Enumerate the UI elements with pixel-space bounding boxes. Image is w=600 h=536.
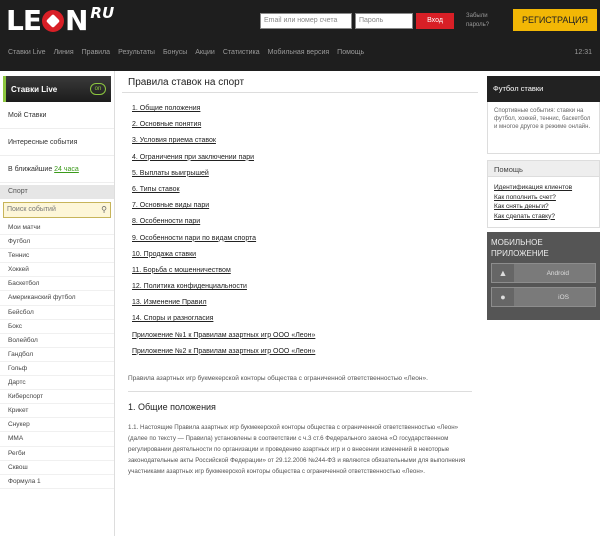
- intro-text: Правила азартных игр букмекерской контор…: [128, 375, 428, 382]
- toc-link[interactable]: 1. Общие положения: [132, 101, 478, 117]
- left-sidebar: Ставки Live on Мой Ставки Интересные соб…: [0, 71, 115, 536]
- main-content: Правила ставок на спорт 1. Общие положен…: [122, 71, 478, 536]
- logo-ru: RU: [90, 4, 115, 22]
- help-link[interactable]: Идентификация клиентов: [494, 183, 593, 193]
- ios-label: iOS: [558, 294, 569, 301]
- toc-link[interactable]: 13. Изменение Правил: [132, 295, 478, 311]
- sport-item[interactable]: Мои матчи: [0, 221, 114, 236]
- app-title-line-1: МОБИЛЬНОЕ: [491, 238, 543, 247]
- apple-icon: ●: [492, 288, 514, 306]
- clock: 12:31: [574, 49, 592, 56]
- toc-link[interactable]: 8. Особенности пари: [132, 214, 478, 230]
- search-placeholder: Поиск событий: [7, 206, 56, 213]
- toc-link[interactable]: 7. Основные виды пари: [132, 198, 478, 214]
- toc-link[interactable]: Приложение №1 к Правилам азартных игр ОО…: [132, 328, 478, 344]
- promo-text: Спортивные события: ставки на футбол, хо…: [487, 102, 600, 154]
- table-of-contents: 1. Общие положения 2. Основные понятия 3…: [122, 93, 478, 360]
- sport-item[interactable]: Формула 1: [0, 475, 114, 489]
- nav-item-promos[interactable]: Акции: [195, 49, 215, 63]
- toc-link[interactable]: 9. Особенности пари по видам спорта: [132, 231, 478, 247]
- toc-link[interactable]: 14. Споры и разногласия: [132, 311, 478, 327]
- sport-item[interactable]: Гольф: [0, 362, 114, 377]
- mobile-app-box: МОБИЛЬНОЕ ПРИЛОЖЕНИЕ ▲ Android ● iOS: [487, 232, 600, 320]
- live-icon: on: [90, 83, 106, 95]
- toc-link[interactable]: 2. Основные понятия: [132, 117, 478, 133]
- help-link[interactable]: Как снять деньги?: [494, 202, 593, 212]
- login-input[interactable]: Email или номер счета: [260, 13, 352, 29]
- sport-item[interactable]: Хоккей: [0, 263, 114, 278]
- sport-item[interactable]: Сквош: [0, 461, 114, 475]
- help-link[interactable]: Как пополнить счет?: [494, 193, 593, 203]
- search-icon[interactable]: ⚲: [101, 205, 107, 214]
- section-paragraph: 1.1. Настоящие Правила азартных игр букм…: [128, 424, 466, 475]
- toc-link[interactable]: Приложение №2 к Правилам азартных игр ОО…: [132, 344, 478, 360]
- logo-text-start: LE: [6, 3, 42, 37]
- sport-list: Мои матчи Футбол Теннис Хоккей Баскетбол…: [0, 221, 114, 489]
- sidebar-item-24h[interactable]: В ближайшие 24 часа: [0, 156, 114, 183]
- sport-item[interactable]: ММА: [0, 432, 114, 447]
- right-sidebar: Футбол ставки Спортивные события: ставки…: [487, 71, 600, 536]
- toc-link[interactable]: 11. Борьба с мошенничеством: [132, 263, 478, 279]
- sport-section-header: Спорт: [0, 185, 114, 199]
- sport-item[interactable]: Бокс: [0, 320, 114, 334]
- logo[interactable]: LE N RU: [6, 3, 115, 37]
- sport-item[interactable]: Крикет: [0, 404, 114, 419]
- sport-item[interactable]: Теннис: [0, 249, 114, 264]
- page-title: Правила ставок на спорт: [122, 71, 478, 93]
- sidebar-item-label: В ближайшие: [8, 166, 55, 173]
- logo-text-end: N: [64, 3, 88, 37]
- section-heading: 1. Общие положения: [128, 402, 216, 412]
- sport-item[interactable]: Футбол: [0, 235, 114, 250]
- sport-item[interactable]: Регби: [0, 447, 114, 461]
- help-header: Помощь: [487, 160, 600, 177]
- nav-item-results[interactable]: Результаты: [118, 49, 155, 63]
- toc-link[interactable]: 10. Продажа ставки: [132, 247, 478, 263]
- sidebar-item-interesting[interactable]: Интересные события: [0, 129, 114, 156]
- logo-ball-icon: [41, 10, 64, 32]
- toc-link[interactable]: 3. Условия приема ставок: [132, 133, 478, 149]
- help-link[interactable]: Как сделать ставку?: [494, 212, 593, 222]
- sport-item[interactable]: Снукер: [0, 418, 114, 433]
- help-links: Идентификация клиентов Как пополнить сче…: [487, 177, 600, 228]
- nav-item-rules[interactable]: Правила: [82, 49, 110, 63]
- sidebar-item-my-bets[interactable]: Мой Ставки: [0, 102, 114, 129]
- toc-link[interactable]: 5. Выплаты выигрышей: [132, 166, 478, 182]
- event-search-input[interactable]: Поиск событий ⚲: [3, 202, 111, 218]
- register-button[interactable]: РЕГИСТРАЦИЯ: [513, 9, 597, 31]
- nav-item-line[interactable]: Линия: [54, 49, 74, 63]
- android-icon: ▲: [492, 264, 514, 282]
- live-bets-header[interactable]: Ставки Live on: [3, 76, 111, 102]
- main-nav: Ставки Live Линия Правила Результаты Бон…: [0, 49, 600, 63]
- sport-item[interactable]: Бейсбол: [0, 306, 114, 320]
- live-bets-title: Ставки Live: [11, 84, 58, 94]
- sidebar-item-24h-link[interactable]: 24 часа: [54, 166, 79, 173]
- sport-item[interactable]: Волейбол: [0, 334, 114, 348]
- site-header: LE N RU Email или номер счета Пароль Вхо…: [0, 0, 600, 71]
- nav-item-bonuses[interactable]: Бонусы: [163, 49, 187, 63]
- toc-link[interactable]: 6. Типы ставок: [132, 182, 478, 198]
- sidebar-item-label: Мой Ставки: [8, 112, 47, 119]
- nav-item-stats[interactable]: Статистика: [223, 49, 260, 63]
- login-button[interactable]: Вход: [416, 13, 454, 29]
- toc-link[interactable]: 4. Ограничения при заключении пари: [132, 150, 478, 166]
- sport-item[interactable]: Гандбол: [0, 348, 114, 362]
- nav-item-live[interactable]: Ставки Live: [8, 49, 46, 63]
- sport-item[interactable]: Американский футбол: [0, 291, 114, 306]
- nav-item-help[interactable]: Помощь: [337, 49, 364, 63]
- sport-item[interactable]: Киберспорт: [0, 390, 114, 405]
- ios-app-button[interactable]: ● iOS: [491, 287, 596, 307]
- android-label: Android: [546, 270, 569, 277]
- password-input[interactable]: Пароль: [355, 13, 413, 29]
- sport-item[interactable]: Дартс: [0, 376, 114, 391]
- forgot-password-link[interactable]: Забыли пароль?: [466, 12, 494, 30]
- promo-header: Футбол ставки: [487, 76, 600, 102]
- nav-item-mobile[interactable]: Мобильная версия: [268, 49, 330, 63]
- sidebar-item-label: Интересные события: [8, 139, 78, 146]
- app-title-line-2: ПРИЛОЖЕНИЕ: [491, 249, 549, 258]
- android-app-button[interactable]: ▲ Android: [491, 263, 596, 283]
- sport-item[interactable]: Баскетбол: [0, 277, 114, 292]
- toc-link[interactable]: 12. Политика конфиденциальности: [132, 279, 478, 295]
